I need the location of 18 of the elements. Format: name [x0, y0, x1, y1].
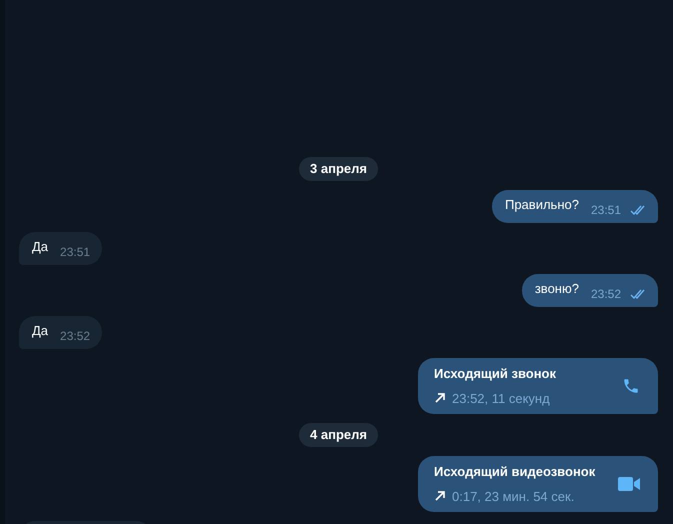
call-details: 0:17, 23 мин. 54 сек. [452, 488, 574, 506]
message-time: 23:52 [60, 328, 90, 344]
video-camera-icon [618, 477, 640, 491]
message-text: Да [32, 322, 48, 340]
message-text: Правильно? [504, 196, 579, 214]
call-title: Исходящий звонок [434, 365, 558, 383]
date-label: 3 апреля [299, 157, 378, 181]
message-time: 23:51 [590, 202, 621, 218]
message-text: звоню? [534, 280, 579, 298]
message-text: Да [32, 238, 48, 256]
message-time: 23:52 [590, 286, 621, 302]
call-title: Исходящий видеозвонок [434, 463, 596, 481]
phone-icon [622, 377, 640, 395]
arrow-icon [434, 490, 446, 502]
arrow-icon [434, 392, 446, 404]
call-details: 23:52, 11 секунд [452, 390, 550, 408]
date-label: 4 апреля [299, 423, 378, 447]
message-time: 23:51 [60, 244, 90, 260]
